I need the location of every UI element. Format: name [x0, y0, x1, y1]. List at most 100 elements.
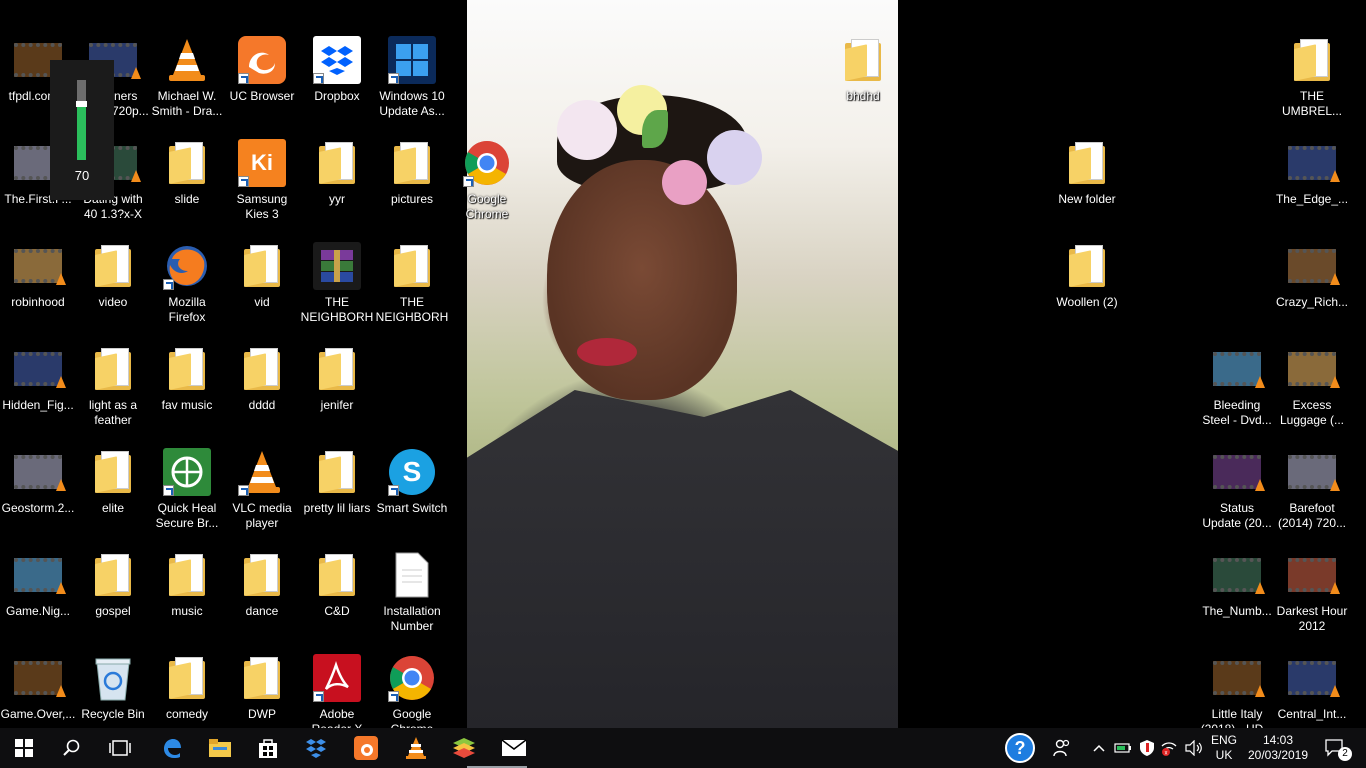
desktop-icon-dddd[interactable]: dddd	[224, 339, 300, 439]
desktop-icon-image	[163, 551, 211, 599]
desktop-icon-image	[238, 242, 286, 290]
shortcut-arrow-icon	[463, 176, 474, 187]
desktop-icon-hiddenfig[interactable]: Hidden_Fig...	[0, 339, 76, 439]
desktop-icon-crazyrich[interactable]: Crazy_Rich...	[1274, 236, 1350, 336]
desktop-icon-music[interactable]: music	[149, 545, 225, 645]
wallpaper-lips	[577, 338, 637, 366]
video-file-icon	[1213, 558, 1265, 594]
desktop-icon-label: Recycle Bin	[81, 707, 145, 721]
people-tray-button[interactable]	[1044, 728, 1080, 768]
desktop-icon-image	[1063, 139, 1111, 187]
desktop-icon-lightfeather[interactable]: light as a feather	[75, 339, 151, 439]
folder-icon	[95, 348, 131, 390]
desktop-icon-image	[313, 242, 361, 290]
network-tray-button[interactable]: x	[1158, 728, 1180, 768]
folder-icon	[1069, 142, 1105, 184]
desktop-icon-gospel[interactable]: gospel	[75, 545, 151, 645]
desktop-icon-installnum[interactable]: Installation Number	[374, 545, 450, 645]
show-hidden-icons-button[interactable]	[1088, 728, 1110, 768]
vlc-taskbar-button[interactable]	[392, 728, 440, 768]
desktop-icon-image	[388, 654, 436, 702]
desktop-icon-excess[interactable]: Excess Luggage (...	[1274, 339, 1350, 439]
mail-taskbar-button[interactable]	[490, 728, 538, 768]
video-file-icon	[14, 558, 66, 594]
desktop-icon-chrome_top[interactable]: Google Chrome	[449, 133, 525, 233]
desktop-icon-woollen[interactable]: Woollen (2)	[1049, 236, 1125, 336]
volume-slider-thumb[interactable]	[76, 101, 87, 107]
desktop-icon-image	[89, 551, 137, 599]
desktop-icon-image	[313, 139, 361, 187]
video-file-icon	[1213, 661, 1265, 697]
desktop-icon-label: Dropbox	[314, 89, 360, 103]
battery-tray-button[interactable]	[1112, 728, 1134, 768]
desktop-icon-quickheal[interactable]: Quick Heal Secure Br...	[149, 442, 225, 542]
desktop-icon-status[interactable]: Status Update (20...	[1199, 442, 1275, 542]
desktop-icon-label: jenifer	[320, 398, 354, 412]
desktop-icon-prettyliars[interactable]: pretty lil liars	[299, 442, 375, 542]
desktop-icon-samsungkies[interactable]: Ki Samsung Kies 3	[224, 133, 300, 233]
dropbox-taskbar-button[interactable]	[292, 728, 340, 768]
desktop-icon-dropbox[interactable]: Dropbox	[299, 30, 375, 130]
desktop-icon-vid[interactable]: vid	[224, 236, 300, 336]
desktop-icon-favmusic[interactable]: fav music	[149, 339, 225, 439]
store-taskbar-button[interactable]	[244, 728, 292, 768]
start-button[interactable]	[0, 728, 48, 768]
desktop-icon-slide[interactable]: slide	[149, 133, 225, 233]
text-document-icon	[395, 552, 429, 598]
desktop-icon-label: Hidden_Fig...	[2, 398, 74, 412]
desktop-icon-neighborh2[interactable]: THE NEIGHBORH	[374, 236, 450, 336]
desktop-icon-win10[interactable]: Windows 10 Update As...	[374, 30, 450, 130]
desktop-icon-robinhood[interactable]: robinhood	[0, 236, 76, 336]
volume-tray-button[interactable]	[1182, 728, 1206, 768]
clock-time: 14:03	[1262, 733, 1294, 747]
desktop-icon-image	[388, 242, 436, 290]
bluestacks-taskbar-button[interactable]	[440, 728, 488, 768]
desktop-icon-bleeding[interactable]: Bleeding Steel - Dvd...	[1199, 339, 1275, 439]
uc-browser-taskbar-button[interactable]	[342, 728, 390, 768]
file-explorer-taskbar-button[interactable]	[196, 728, 244, 768]
desktop-icon-label: The_Edge_...	[1275, 192, 1349, 206]
desktop-icon-ucbrowser[interactable]: UC Browser	[224, 30, 300, 130]
desktop-icon-umbrel[interactable]: THE UMBREL...	[1274, 30, 1350, 130]
desktop-icon-dance[interactable]: dance	[224, 545, 300, 645]
video-file-icon	[14, 249, 66, 285]
desktop-icon-geostorm[interactable]: Geostorm.2...	[0, 442, 76, 542]
volume-slider[interactable]	[76, 80, 87, 160]
start-icon	[15, 739, 33, 757]
desktop-icon-smartswitch[interactable]: S Smart Switch	[374, 442, 450, 542]
desktop-icon-image	[163, 654, 211, 702]
desktop-icon-cd[interactable]: C&D	[299, 545, 375, 645]
desktop-icon-image	[839, 36, 887, 84]
edge-taskbar-button[interactable]	[148, 728, 196, 768]
desktop-icon-image	[238, 448, 286, 496]
desktop-icon-image	[163, 36, 211, 84]
input-language-indicator[interactable]: ENG UK	[1208, 733, 1240, 763]
desktop-icon-gamenight[interactable]: Game.Nig...	[0, 545, 76, 645]
desktop-icon-vlc[interactable]: VLC media player	[224, 442, 300, 542]
security-tray-button[interactable]	[1136, 728, 1158, 768]
desktop-icon-label: THE UMBREL...	[1281, 89, 1342, 118]
desktop-icon-darkest[interactable]: Darkest Hour 2012	[1274, 545, 1350, 645]
desktop-icon-image	[463, 139, 511, 187]
desktop-icon-theedge[interactable]: The_Edge_...	[1274, 133, 1350, 233]
search-button[interactable]	[48, 728, 96, 768]
action-center-button[interactable]: 2	[1318, 728, 1354, 768]
desktop-icon-pictures[interactable]: pictures	[374, 133, 450, 233]
volume-value: 70	[74, 168, 90, 183]
task-view-button[interactable]	[96, 728, 144, 768]
desktop-icon-yyr[interactable]: yyr	[299, 133, 375, 233]
desktop-icon-newfolder[interactable]: New folder	[1049, 133, 1125, 233]
help-tray-button[interactable]: ?	[1000, 728, 1040, 768]
desktop-icon-label: elite	[101, 501, 124, 515]
desktop-icon-elite[interactable]: elite	[75, 442, 151, 542]
clock[interactable]: 14:03 20/03/2019	[1244, 733, 1312, 763]
desktop-icon-jenifer[interactable]: jenifer	[299, 339, 375, 439]
desktop-icon-neighborh1[interactable]: THE NEIGHBORH	[299, 236, 375, 336]
desktop-icon-firefox[interactable]: Mozilla Firefox	[149, 236, 225, 336]
desktop-icon-thenumb[interactable]: The_Numb...	[1199, 545, 1275, 645]
desktop-icon-bhdhd[interactable]: bhdhd	[825, 30, 901, 130]
desktop-icon-video[interactable]: video	[75, 236, 151, 336]
desktop-icon-barefoot[interactable]: Barefoot (2014) 720...	[1274, 442, 1350, 542]
desktop-icon-michael[interactable]: Michael W. Smith - Dra...	[149, 30, 225, 130]
shortcut-arrow-icon	[163, 279, 174, 290]
